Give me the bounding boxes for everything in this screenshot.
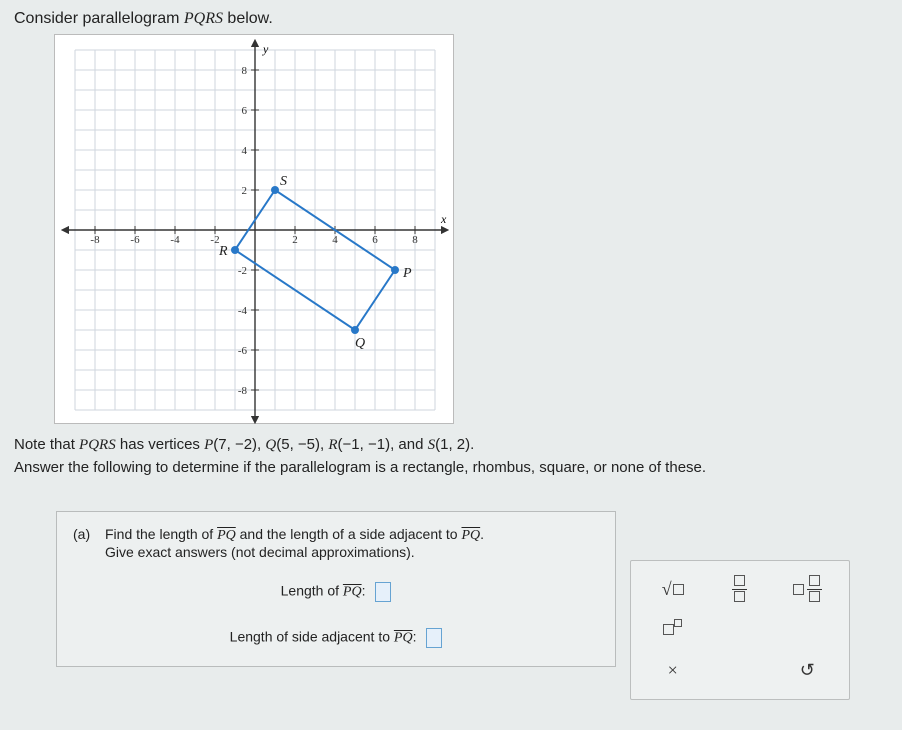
answer-colon: : [362, 583, 370, 599]
tick-label: 6 [372, 234, 378, 246]
answer-label: Length of side adjacent to [230, 629, 394, 645]
vertex-s-label: S [428, 437, 436, 453]
note-text: has vertices [116, 436, 204, 453]
part-a-box: (a) Find the length of PQ and the length… [56, 511, 616, 667]
length-pq-input[interactable] [375, 582, 391, 602]
mixed-number-tool[interactable] [776, 571, 839, 608]
tick-label: -4 [170, 234, 180, 246]
note-text: and [394, 436, 427, 453]
answer-row-1: Length of PQ: [73, 582, 599, 602]
y-axis-label: y [262, 42, 269, 56]
graph-svg: y x 2 4 6 8 -2 -4 -6 -8 2 4 6 8 -2 -4 -6… [55, 35, 455, 425]
label-s: S [280, 174, 287, 189]
tick-label: 6 [242, 105, 248, 117]
prompt-shape: PQRS [184, 10, 223, 27]
segment-pq: PQ [461, 528, 480, 543]
part-text: . [480, 526, 484, 542]
tick-label: 8 [412, 234, 418, 246]
label-r: R [218, 244, 228, 259]
segment-pq: PQ [343, 585, 362, 600]
vertex-p-coord: (7, −2) [213, 436, 257, 453]
part-text: Find the length of [105, 526, 217, 542]
exponent-tool[interactable] [641, 612, 704, 649]
part-subtext: Give exact answers (not decimal approxim… [105, 544, 415, 560]
length-adjacent-input[interactable] [426, 628, 442, 648]
vertex-p-label: P [204, 437, 213, 453]
fraction-tool[interactable] [708, 571, 771, 608]
tick-label: -2 [238, 265, 247, 277]
x-axis-label: x [440, 212, 447, 226]
vertex-r-coord: (−1, −1) [338, 436, 391, 453]
tick-label: 4 [242, 145, 248, 157]
part-label: (a) [73, 526, 99, 560]
tick-label: -8 [238, 385, 248, 397]
instruction-text: Answer the following to determine if the… [14, 459, 706, 476]
tick-label: -6 [238, 345, 248, 357]
tick-label: 4 [332, 234, 338, 246]
part-a-text: Find the length of PQ and the length of … [105, 526, 484, 560]
tick-label: -4 [238, 305, 248, 317]
vertex-q-coord: (5, −5) [276, 436, 320, 453]
math-toolbox: √ × ↺ [630, 560, 850, 700]
answer-row-2: Length of side adjacent to PQ: [73, 628, 599, 648]
tick-label: 8 [242, 65, 248, 77]
answer-colon: : [413, 629, 421, 645]
close-icon: × [668, 660, 678, 681]
label-p: P [402, 266, 412, 281]
note-text: Note that [14, 436, 79, 453]
tick-label: 2 [292, 234, 298, 246]
point-q [351, 326, 359, 334]
problem-prompt: Consider parallelogram PQRS below. [14, 10, 888, 28]
undo-tool[interactable]: ↺ [776, 652, 839, 689]
segment-pq: PQ [217, 528, 236, 543]
vertex-r-label: R [328, 437, 337, 453]
undo-icon: ↺ [800, 660, 815, 681]
label-q: Q [355, 336, 365, 351]
clear-tool[interactable]: × [641, 652, 704, 689]
point-s [271, 186, 279, 194]
tick-label: -8 [90, 234, 100, 246]
segment-pq: PQ [394, 631, 413, 646]
tick-label: -6 [130, 234, 140, 246]
point-p [391, 266, 399, 274]
vertices-note: Note that PQRS has vertices P(7, −2), Q(… [14, 434, 888, 479]
point-r [231, 246, 239, 254]
vertex-q-label: Q [265, 437, 276, 453]
prompt-prefix: Consider parallelogram [14, 10, 184, 27]
coordinate-graph: y x 2 4 6 8 -2 -4 -6 -8 2 4 6 8 -2 -4 -6… [54, 34, 454, 424]
answer-label: Length of [281, 583, 343, 599]
sqrt-tool[interactable]: √ [641, 571, 704, 608]
part-text: and the length of a side adjacent to [236, 526, 462, 542]
prompt-suffix: below. [223, 10, 273, 27]
tick-label: 2 [242, 185, 248, 197]
note-shape: PQRS [79, 437, 116, 453]
vertex-s-coord: (1, 2) [435, 436, 470, 453]
